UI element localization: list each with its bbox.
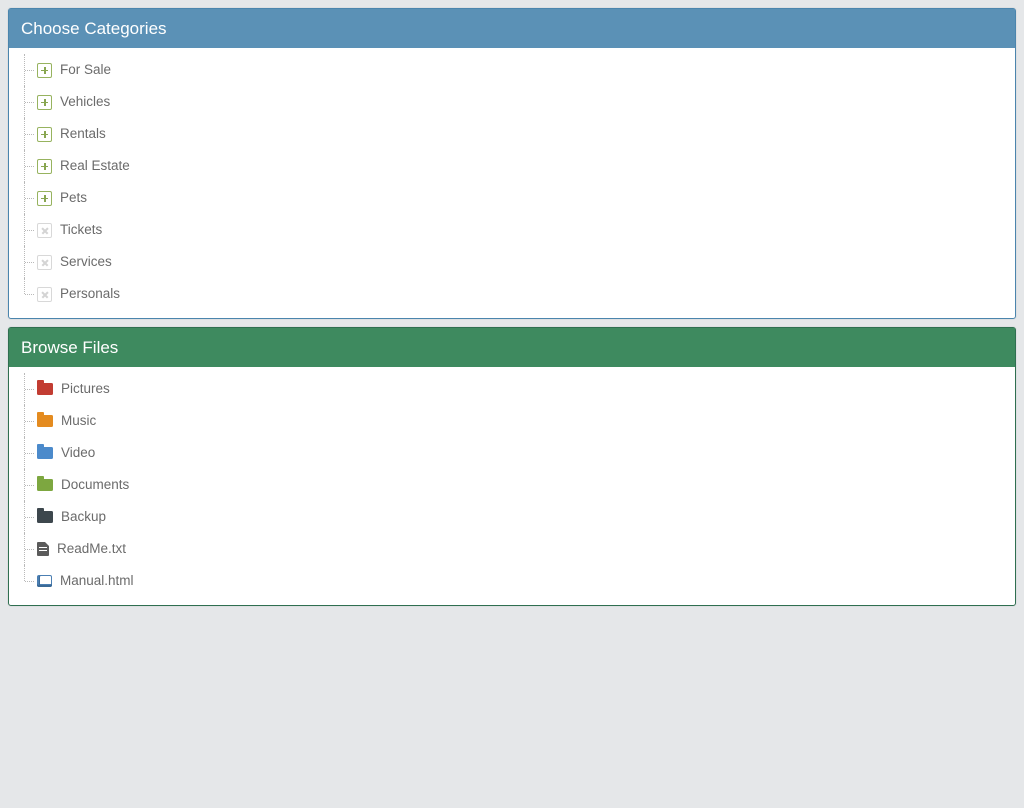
file-label: Documents [61,476,129,494]
category-label: Services [60,253,112,271]
category-for-sale[interactable]: For Sale [17,54,1007,86]
file-item-music[interactable]: Music [17,405,1007,437]
folder-icon [37,479,53,491]
category-vehicles[interactable]: Vehicles [17,86,1007,118]
expand-icon[interactable] [37,159,52,174]
expand-icon[interactable] [37,63,52,78]
category-label: Real Estate [60,157,130,175]
category-rentals[interactable]: Rentals [17,118,1007,150]
file-label: ReadMe.txt [57,540,126,558]
category-tickets[interactable]: Tickets [17,214,1007,246]
file-item-documents[interactable]: Documents [17,469,1007,501]
category-pets[interactable]: Pets [17,182,1007,214]
file-text-icon [37,542,49,556]
folder-icon [37,415,53,427]
file-item-video[interactable]: Video [17,437,1007,469]
folder-icon [37,383,53,395]
file-item-backup[interactable]: Backup [17,501,1007,533]
panel-title: Browse Files [9,328,1015,367]
panel-body: For Sale Vehicles Rentals Real Estate [9,48,1015,318]
expand-icon[interactable] [37,127,52,142]
file-label: Manual.html [60,572,134,590]
category-label: Tickets [60,221,102,239]
category-label: Rentals [60,125,106,143]
leaf-icon [37,287,52,302]
panel-title: Choose Categories [9,9,1015,48]
category-real-estate[interactable]: Real Estate [17,150,1007,182]
file-label: Backup [61,508,106,526]
category-label: Pets [60,189,87,207]
leaf-icon [37,255,52,270]
expand-icon[interactable] [37,95,52,110]
category-tree: For Sale Vehicles Rentals Real Estate [17,54,1007,310]
expand-icon[interactable] [37,191,52,206]
file-tree: Pictures Music Video Documents [17,373,1007,597]
category-label: Vehicles [60,93,110,111]
category-services[interactable]: Services [17,246,1007,278]
panel-body: Pictures Music Video Documents [9,367,1015,605]
file-item-readme[interactable]: ReadMe.txt [17,533,1007,565]
folder-icon [37,447,53,459]
panel-choose-categories: Choose Categories For Sale Vehicles Rent… [8,8,1016,319]
file-item-manual[interactable]: Manual.html [17,565,1007,597]
file-label: Pictures [61,380,110,398]
book-icon [37,575,52,587]
category-label: Personals [60,285,120,303]
leaf-icon [37,223,52,238]
file-label: Music [61,412,96,430]
category-label: For Sale [60,61,111,79]
category-personals[interactable]: Personals [17,278,1007,310]
file-item-pictures[interactable]: Pictures [17,373,1007,405]
file-label: Video [61,444,95,462]
panel-browse-files: Browse Files Pictures Music Video [8,327,1016,606]
folder-icon [37,511,53,523]
